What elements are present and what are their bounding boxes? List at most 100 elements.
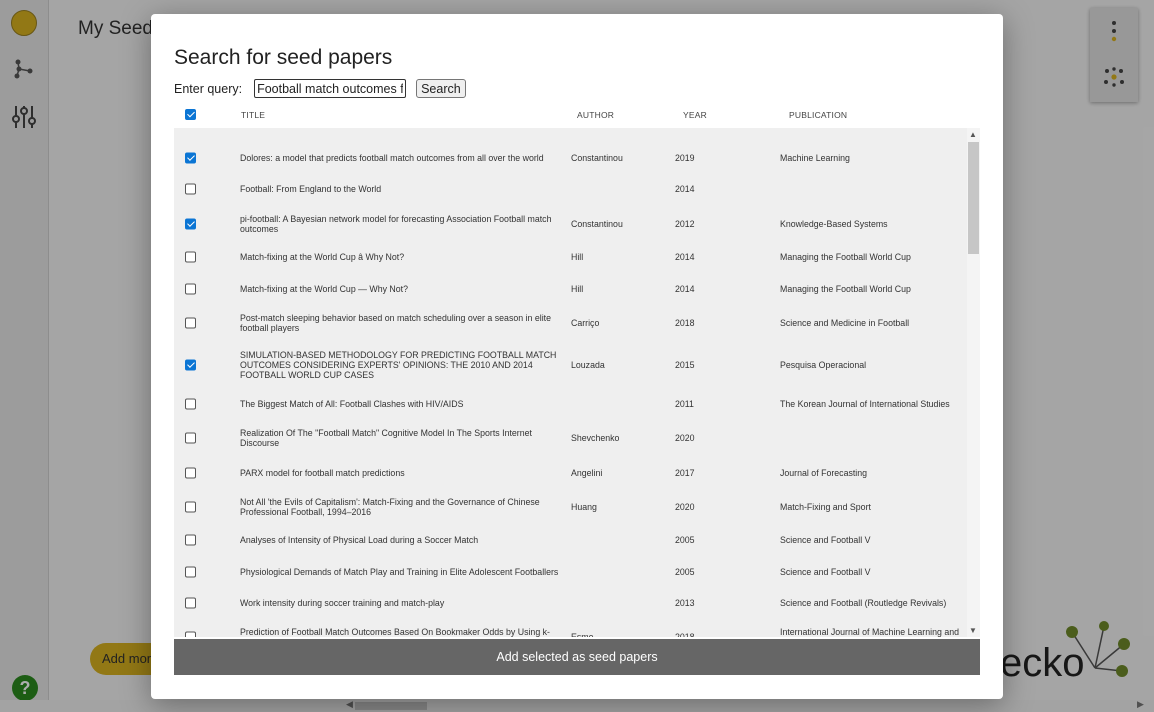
table-row[interactable]: Post-match sleeping behavior based on ma…	[174, 305, 967, 341]
row-title: pi-football: A Bayesian network model fo…	[240, 214, 552, 234]
row-publication: Managing the Football World Cup	[780, 252, 911, 262]
row-author: Constantinou	[571, 153, 623, 163]
row-title: SIMULATION-BASED METHODOLOGY FOR PREDICT…	[240, 350, 557, 380]
table-row[interactable]: Analyses of Intensity of Physical Load d…	[174, 525, 967, 556]
row-year: 2015	[675, 360, 695, 370]
query-label: Enter query:	[174, 81, 243, 96]
row-title: Work intensity during soccer training an…	[240, 598, 445, 608]
row-year: 2014	[675, 252, 695, 262]
row-publication: Science and Football V	[780, 567, 871, 577]
row-title: Physiological Demands of Match Play and …	[240, 567, 559, 577]
row-year: 2011	[675, 399, 694, 409]
row-year: 2005	[675, 567, 695, 577]
row-year: 2017	[675, 468, 695, 478]
table-row[interactable]: pi-football: A Bayesian network model fo…	[174, 205, 967, 243]
row-year: 2005	[675, 535, 695, 545]
row-author: Carriço	[571, 318, 600, 328]
row-checkbox[interactable]	[185, 152, 196, 164]
row-publication: Managing the Football World Cup	[780, 284, 911, 294]
row-year: 2014	[675, 284, 695, 294]
row-title: Analyses of Intensity of Physical Load d…	[240, 535, 479, 545]
table-row[interactable]: Football: From England to the World 2014	[174, 174, 967, 205]
row-checkbox[interactable]	[185, 317, 196, 329]
row-author: Angelini	[571, 468, 603, 478]
row-checkbox[interactable]	[185, 566, 196, 578]
table-row[interactable]: The Biggest Match of All: Football Clash…	[174, 389, 967, 420]
row-checkbox[interactable]	[185, 251, 196, 263]
row-title: Dolores: a model that predicts football …	[240, 153, 544, 163]
row-publication: Match-Fixing and Sport	[780, 502, 871, 512]
table-row[interactable]: Not All 'the Evils of Capitalism': Match…	[174, 489, 967, 525]
row-author: Constantinou	[571, 219, 623, 229]
table-row[interactable]: Match-fixing at the World Cup â Why Not?…	[174, 242, 967, 273]
row-year: 2019	[675, 153, 695, 163]
row-publication: Science and Football V	[780, 535, 871, 545]
row-author: Shevchenko	[571, 433, 620, 443]
row-title: Prediction of Football Match Outcomes Ba…	[240, 627, 550, 637]
row-title: Football: From England to the World	[240, 184, 382, 194]
row-title: Realization Of The "Football Match" Cogn…	[240, 428, 532, 448]
row-publication: Science and Football (Routledge Revivals…	[780, 598, 947, 608]
row-year: 2020	[675, 502, 695, 512]
row-publication: International Journal of Machine Learnin…	[780, 627, 959, 637]
table-header: TITLE AUTHOR YEAR PUBLICATION	[174, 104, 980, 128]
vertical-scroll-thumb[interactable]	[968, 142, 979, 254]
row-year: 2020	[675, 433, 695, 443]
row-checkbox[interactable]	[185, 398, 196, 410]
row-author: Hill	[571, 252, 584, 262]
row-title: Match-fixing at the World Cup — Why Not?	[240, 284, 409, 294]
add-selected-button[interactable]: Add selected as seed papers	[174, 639, 980, 675]
row-year: 2018	[675, 632, 695, 637]
table-row[interactable]: Work intensity during soccer training an…	[174, 588, 967, 619]
table-row[interactable]: Dolores: a model that predicts football …	[174, 143, 967, 174]
column-year[interactable]: YEAR	[683, 110, 707, 120]
row-checkbox[interactable]	[185, 631, 196, 637]
row-title: Match-fixing at the World Cup â Why Not?	[240, 252, 405, 262]
results-table: Dolores: a model that predicts football …	[174, 128, 980, 637]
row-checkbox[interactable]	[185, 183, 196, 195]
query-row: Enter query: Search	[174, 79, 466, 98]
row-checkbox[interactable]	[185, 359, 196, 371]
row-publication: The Korean Journal of International Stud…	[780, 399, 950, 409]
row-title: PARX model for football match prediction…	[240, 468, 405, 478]
column-title[interactable]: TITLE	[241, 110, 265, 120]
row-checkbox[interactable]	[185, 534, 196, 546]
row-title: Post-match sleeping behavior based on ma…	[240, 313, 552, 333]
table-row[interactable]: SIMULATION-BASED METHODOLOGY FOR PREDICT…	[174, 342, 967, 388]
select-all-checkbox[interactable]	[185, 109, 196, 120]
row-author: Esme	[571, 632, 594, 637]
dialog-title: Search for seed papers	[174, 46, 393, 69]
row-author: Hill	[571, 284, 584, 294]
column-author[interactable]: AUTHOR	[577, 110, 614, 120]
row-title: Not All 'the Evils of Capitalism': Match…	[240, 497, 540, 517]
table-row[interactable]: Physiological Demands of Match Play and …	[174, 557, 967, 588]
row-checkbox[interactable]	[185, 283, 196, 295]
row-year: 2014	[675, 184, 695, 194]
row-checkbox[interactable]	[185, 467, 196, 479]
row-publication: Pesquisa Operacional	[780, 360, 867, 370]
row-publication: Journal of Forecasting	[780, 468, 868, 478]
row-publication: Machine Learning	[780, 153, 850, 163]
scroll-down-icon[interactable]: ▼	[969, 626, 977, 635]
row-year: 2018	[675, 318, 695, 328]
row-checkbox[interactable]	[185, 432, 196, 444]
row-year: 2012	[675, 219, 695, 229]
row-publication: Science and Medicine in Football	[780, 318, 910, 328]
seed-search-dialog: Search for seed papers Enter query: Sear…	[151, 14, 1003, 699]
table-row[interactable]: Match-fixing at the World Cup — Why Not?…	[174, 274, 967, 305]
row-title: The Biggest Match of All: Football Clash…	[240, 399, 464, 409]
scroll-up-icon[interactable]: ▲	[969, 130, 977, 139]
table-row[interactable]: Realization Of The "Football Match" Cogn…	[174, 420, 967, 456]
row-checkbox[interactable]	[185, 218, 196, 230]
row-publication: Knowledge-Based Systems	[780, 219, 888, 229]
query-input[interactable]	[254, 79, 407, 98]
row-year: 2013	[675, 598, 695, 608]
table-row[interactable]: Prediction of Football Match Outcomes Ba…	[174, 619, 967, 637]
row-author: Louzada	[571, 360, 605, 370]
row-checkbox[interactable]	[185, 597, 196, 609]
table-row[interactable]: PARX model for football match prediction…	[174, 458, 967, 489]
row-checkbox[interactable]	[185, 501, 196, 513]
column-publication[interactable]: PUBLICATION	[789, 110, 847, 120]
search-button[interactable]: Search	[416, 79, 466, 98]
row-author: Huang	[571, 502, 597, 512]
